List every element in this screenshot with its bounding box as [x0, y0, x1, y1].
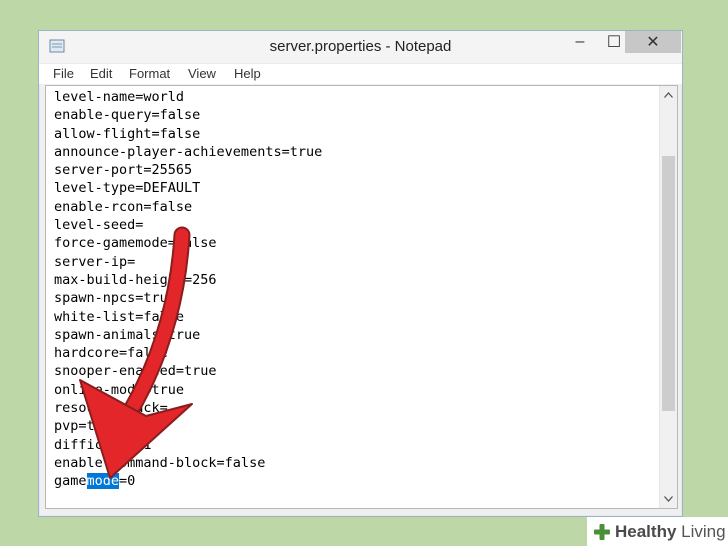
- vertical-scrollbar[interactable]: [659, 86, 677, 508]
- scroll-up-arrow-icon[interactable]: [660, 86, 677, 104]
- watermark-text: Healthy Living: [615, 522, 726, 542]
- text-editor[interactable]: level-name=world enable-query=false allo…: [45, 85, 678, 509]
- scroll-thumb[interactable]: [662, 156, 675, 411]
- text-line: server-port=25565: [54, 162, 193, 179]
- text-line: enable-query=false: [54, 107, 201, 124]
- plus-leaf-icon: [594, 523, 610, 540]
- healthy-living-watermark: Healthy Living: [587, 517, 728, 546]
- text-line: hardcore=false: [54, 345, 168, 362]
- text-line: level-type=DEFAULT: [54, 180, 201, 197]
- menu-bar: File Edit Format View Help: [39, 63, 682, 84]
- menu-help[interactable]: Help: [234, 66, 261, 81]
- text-line: enable-command-block=false: [54, 454, 266, 471]
- gamemode-line: gamemode=0: [54, 472, 322, 490]
- menu-view[interactable]: View: [188, 66, 216, 81]
- scroll-down-arrow-icon[interactable]: [660, 490, 677, 508]
- close-icon: ✕: [646, 34, 660, 51]
- editor-text[interactable]: level-name=world enable-query=false allo…: [54, 88, 322, 491]
- text-line: online-mode=true: [54, 381, 185, 398]
- title-bar[interactable]: server.properties - Notepad – ☐ ✕: [39, 31, 682, 63]
- watermark-bold: Healthy: [615, 521, 677, 541]
- text-line: max-build-height=256: [54, 271, 217, 288]
- text-line: resource-pack=: [54, 400, 168, 417]
- text-line: pvp=true: [54, 418, 120, 435]
- gamemode-value: =0: [119, 473, 136, 490]
- text-line: level-name=world: [54, 89, 185, 105]
- notepad-window: server.properties - Notepad – ☐ ✕ File E…: [38, 30, 683, 517]
- minimize-button[interactable]: –: [563, 31, 597, 53]
- text-line: spawn-animals=true: [54, 326, 201, 343]
- text-line: difficulty=1: [54, 436, 152, 453]
- menu-file[interactable]: File: [53, 66, 74, 81]
- text-line: snooper-enabled=true: [54, 363, 217, 380]
- text-line: level-seed=: [54, 217, 144, 234]
- text-line: force-gamemode=false: [54, 235, 217, 252]
- text-line: enable-rcon=false: [54, 198, 193, 215]
- text-line: server-ip=: [54, 253, 136, 270]
- close-button[interactable]: ✕: [625, 31, 681, 53]
- text-line: white-list=false: [54, 308, 185, 325]
- menu-edit[interactable]: Edit: [90, 66, 112, 81]
- text-line: allow-flight=false: [54, 125, 201, 142]
- menu-format[interactable]: Format: [129, 66, 170, 81]
- watermark-rest: Living: [676, 521, 726, 541]
- text-line: spawn-npcs=true: [54, 290, 176, 307]
- gamemode-prefix: game: [54, 473, 87, 490]
- selected-text[interactable]: mode: [86, 473, 120, 490]
- minimize-icon: –: [575, 33, 585, 50]
- text-line: announce-player-achievements=true: [54, 143, 323, 160]
- maximize-icon: ☐: [606, 34, 622, 51]
